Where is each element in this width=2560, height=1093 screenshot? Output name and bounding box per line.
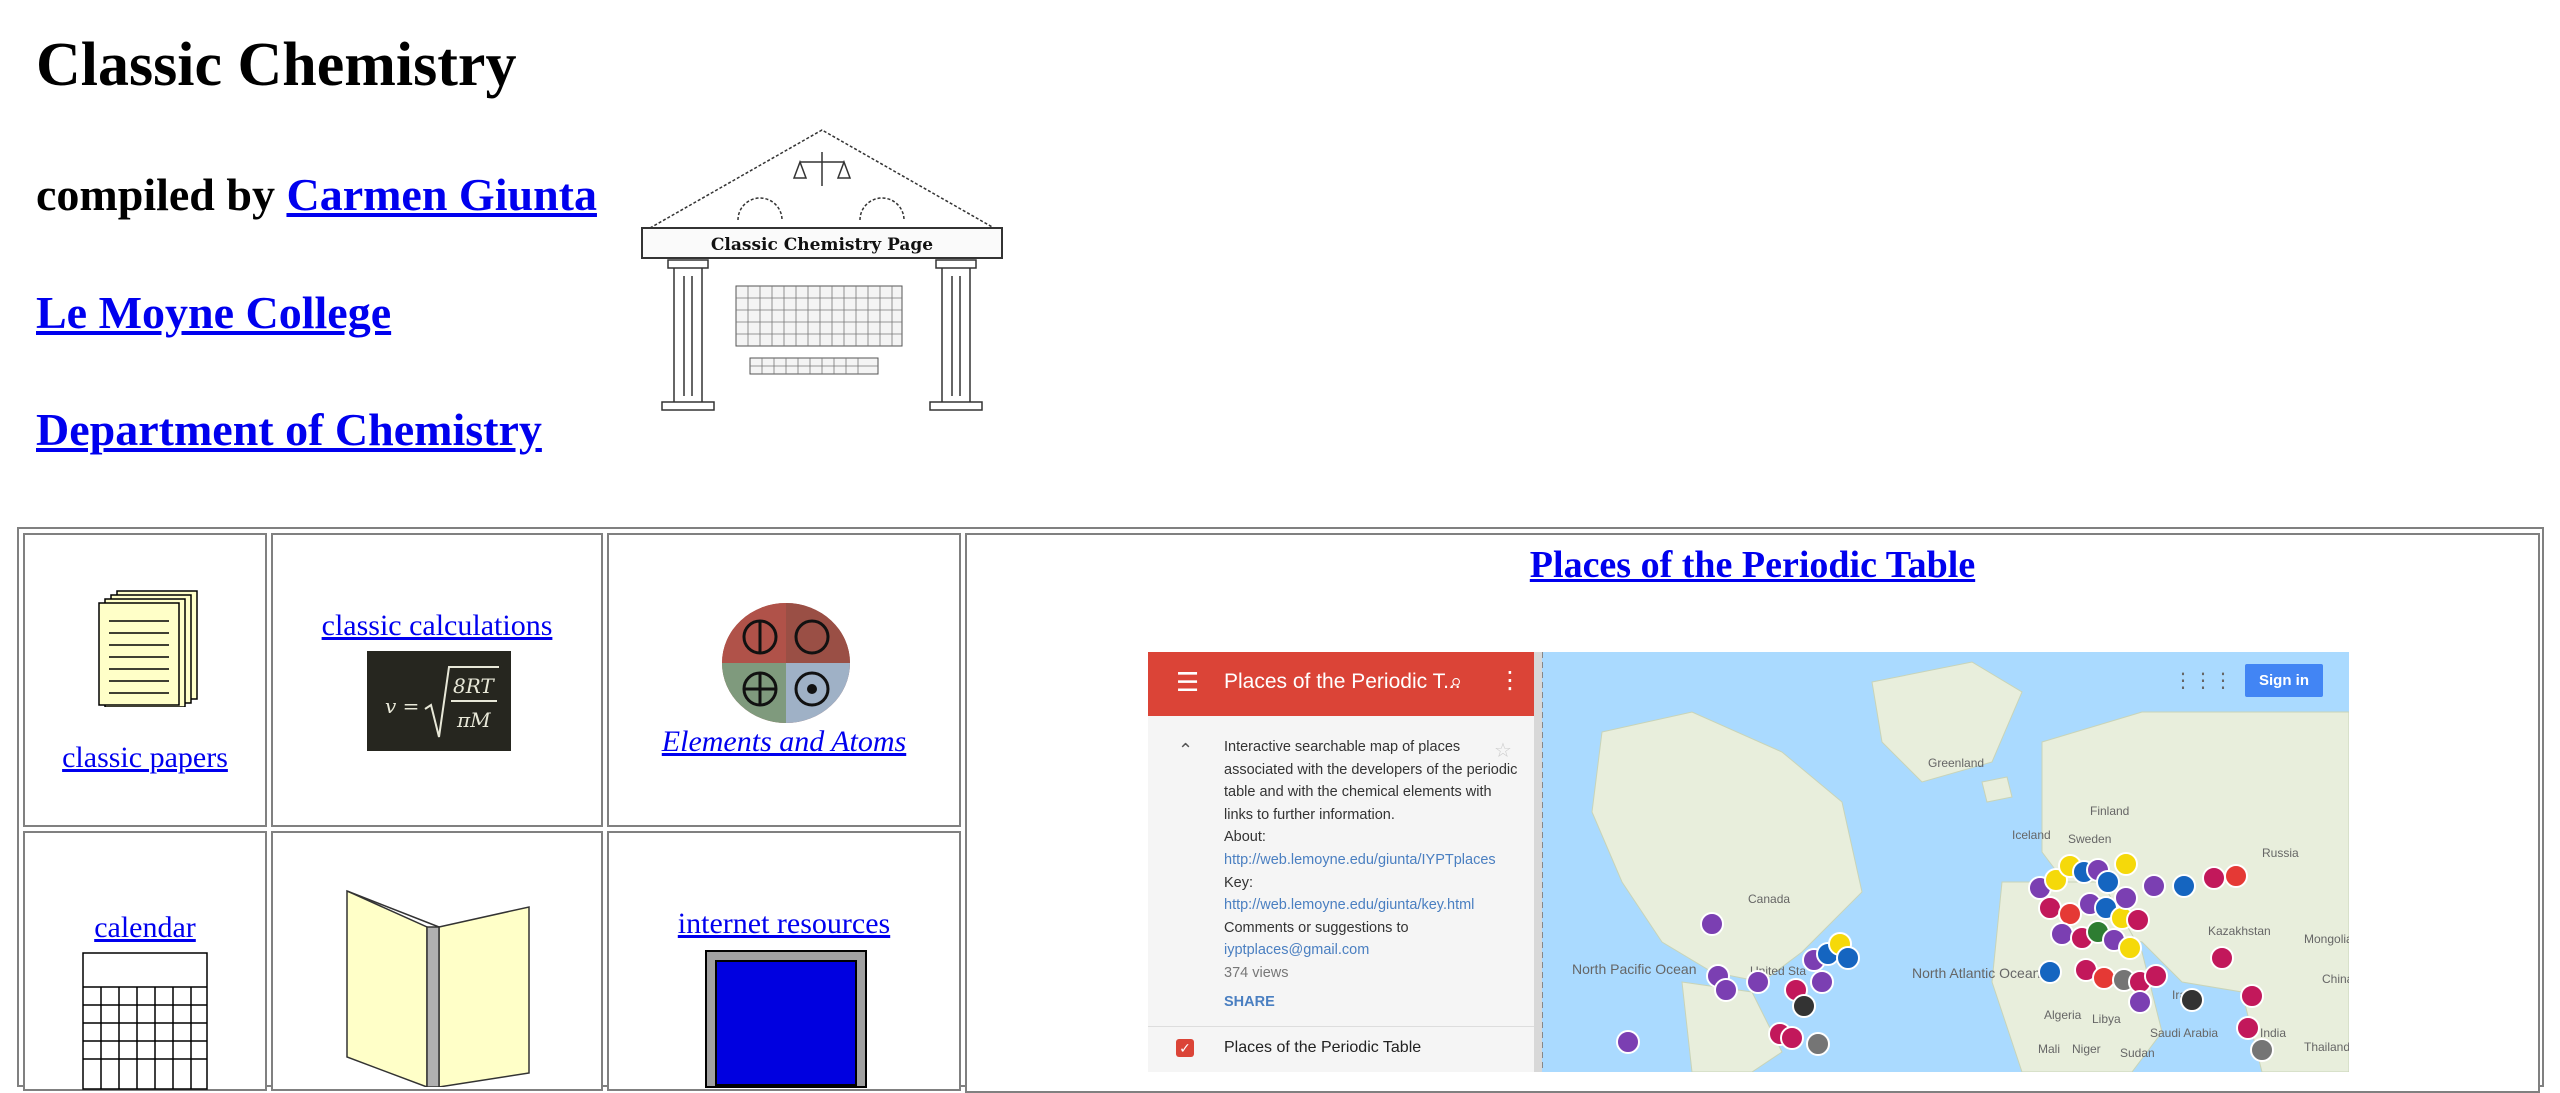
map-pin[interactable] — [1810, 970, 1834, 994]
map-pin[interactable] — [1792, 994, 1816, 1018]
author-link[interactable]: Carmen Giunta — [286, 169, 597, 220]
about-label: About: — [1224, 829, 1266, 846]
places-periodic-table-map[interactable]: ☰ Places of the Periodic T... ⌕ ⋮ ⌃ ☆ In… — [1148, 652, 2349, 1072]
layer-label: Places of the Periodic Table — [1224, 1039, 1422, 1056]
map-pin[interactable] — [2126, 908, 2150, 932]
view-count: 374 views — [1224, 964, 1289, 981]
calendar-cell[interactable]: calendar — [23, 831, 267, 1091]
share-button[interactable]: SHARE — [1224, 991, 1524, 1014]
chevron-up-icon[interactable]: ⌃ — [1178, 740, 1193, 761]
dalton-symbols-icon — [722, 603, 850, 723]
internet-resources-link[interactable]: internet resources — [609, 907, 959, 941]
map-pin[interactable] — [1836, 946, 1860, 970]
page-title: Classic Chemistry — [36, 31, 517, 99]
college-heading: Le Moyne College — [36, 286, 391, 339]
key-label: Key: — [1224, 874, 1254, 891]
map-pins — [1616, 852, 2274, 1062]
map-pin[interactable] — [2128, 990, 2152, 1014]
map-pin[interactable] — [2240, 984, 2264, 1008]
email-link[interactable]: iyptplaces@gmail.com — [1224, 939, 1524, 962]
elements-atoms-cell[interactable]: Elements and Atoms — [607, 533, 961, 827]
internet-resources-cell[interactable]: internet resources — [607, 831, 961, 1091]
key-link[interactable]: http://web.lemoyne.edu/giunta/key.html — [1224, 894, 1524, 917]
department-link[interactable]: Department of Chemistry — [36, 404, 542, 455]
menu-icon[interactable]: ☰ — [1176, 667, 1199, 698]
classic-papers-link[interactable]: classic papers — [25, 741, 265, 775]
comments-text: Comments or suggestions to — [1224, 919, 1409, 936]
classic-papers-cell[interactable]: classic papers — [23, 533, 267, 827]
apps-grid-icon[interactable]: ⋮⋮⋮ — [2173, 668, 2233, 692]
map-pin[interactable] — [2142, 874, 2166, 898]
map-description-text: Interactive searchable map of places ass… — [1224, 739, 1518, 823]
map-pin[interactable] — [2210, 946, 2234, 970]
places-periodic-table-link[interactable]: Places of the Periodic Table — [967, 543, 2538, 587]
logo-text: Classic Chemistry Page — [711, 235, 933, 255]
map-pin[interactable] — [2114, 852, 2138, 876]
map-title: Places of the Periodic T... — [1224, 670, 1461, 693]
classic-calculations-link[interactable]: classic calculations — [273, 609, 601, 643]
rms-speed-formula-image[interactable]: v = 8RT πM — [367, 651, 511, 751]
map-side-panel: ☰ Places of the Periodic T... ⌕ ⋮ ⌃ ☆ In… — [1148, 652, 1542, 1072]
map-pin[interactable] — [2038, 896, 2062, 920]
department-heading: Department of Chemistry — [36, 403, 542, 456]
map-pin[interactable] — [2038, 960, 2062, 984]
map-pin[interactable] — [2096, 870, 2120, 894]
classic-chemistry-logo: Classic Chemistry Page — [641, 129, 1003, 411]
map-pin[interactable] — [2224, 864, 2248, 888]
formula-numerator: 8RT — [453, 674, 495, 698]
papers-stack-icon — [98, 590, 198, 707]
map-pin[interactable] — [1616, 1030, 1640, 1054]
book-cell[interactable] — [271, 831, 603, 1091]
map-canvas[interactable]: Greenland Iceland Finland Sweden Russia … — [1542, 652, 2349, 1072]
open-book-icon[interactable] — [343, 887, 533, 1087]
sign-in-button[interactable]: Sign in — [2245, 664, 2323, 697]
map-pin[interactable] — [2118, 936, 2142, 960]
map-pin[interactable] — [2180, 988, 2204, 1012]
map-pin[interactable] — [2058, 902, 2082, 926]
map-pin[interactable] — [2050, 922, 2074, 946]
map-pin[interactable] — [2144, 964, 2168, 988]
layer-row[interactable]: ✓ Places of the Periodic Table — [1148, 1026, 1534, 1072]
map-pin[interactable] — [2250, 1038, 2274, 1062]
monitor-icon — [705, 950, 867, 1088]
map-pin[interactable] — [2202, 866, 2226, 890]
map-pin[interactable] — [2236, 1016, 2260, 1040]
compiled-by-label: compiled by — [36, 169, 275, 220]
map-header-bar: ☰ Places of the Periodic T... ⌕ ⋮ — [1148, 652, 1534, 716]
about-link[interactable]: http://web.lemoyne.edu/giunta/IYPTplaces — [1224, 849, 1524, 872]
map-pin[interactable] — [2172, 874, 2196, 898]
search-icon[interactable]: ⌕ — [1450, 668, 1462, 694]
college-link[interactable]: Le Moyne College — [36, 287, 391, 338]
classic-calculations-cell[interactable]: classic calculations v = 8RT πM — [271, 533, 603, 827]
compiled-by-heading: compiled by Carmen Giunta — [36, 168, 597, 221]
map-pin[interactable] — [1714, 978, 1738, 1002]
calendar-link[interactable]: calendar — [25, 911, 265, 945]
map-pin[interactable] — [1806, 1032, 1830, 1056]
map-description: Interactive searchable map of places ass… — [1224, 736, 1524, 1013]
formula-denominator: πM — [456, 708, 491, 732]
formula-v: v = — [385, 694, 419, 718]
map-pin[interactable] — [1780, 1026, 1804, 1050]
map-pin[interactable] — [1700, 912, 1724, 936]
more-vert-icon[interactable]: ⋮ — [1498, 666, 1522, 695]
map-pin[interactable] — [2092, 966, 2116, 990]
elements-atoms-link[interactable]: Elements and Atoms — [609, 725, 959, 759]
calendar-icon — [82, 952, 208, 1090]
layer-checkbox[interactable]: ✓ — [1176, 1039, 1194, 1057]
map-pin[interactable] — [2114, 886, 2138, 910]
map-pin[interactable] — [1746, 970, 1770, 994]
